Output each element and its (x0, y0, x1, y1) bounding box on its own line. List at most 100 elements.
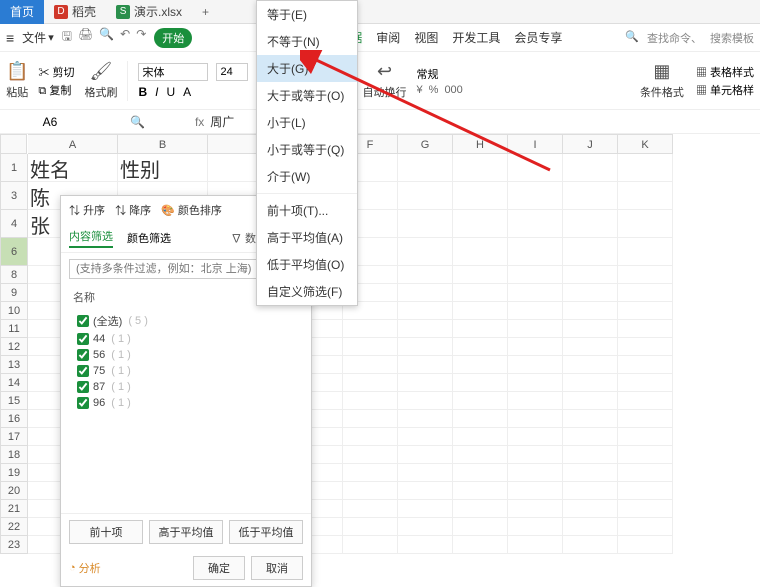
row-header[interactable]: 14 (0, 374, 28, 392)
font-select[interactable] (138, 63, 208, 81)
filter-item[interactable]: 75( 1 ) (77, 363, 295, 379)
col-header[interactable]: G (398, 134, 453, 154)
cell[interactable] (398, 154, 453, 182)
redo-icon[interactable]: ↷ (136, 27, 146, 48)
filter-item[interactable]: 96( 1 ) (77, 395, 295, 411)
cell[interactable] (508, 154, 563, 182)
cut-button[interactable]: ✂ 剪切 (38, 64, 74, 80)
cell[interactable] (453, 238, 508, 266)
btn-top10[interactable]: 前十项 (69, 520, 143, 544)
col-header[interactable]: H (453, 134, 508, 154)
cell[interactable]: 姓名 (28, 154, 118, 182)
magnify-icon[interactable]: 🔍 (130, 115, 145, 129)
percent-icon[interactable]: % (429, 84, 439, 96)
row-header[interactable]: 22 (0, 518, 28, 536)
cond-format[interactable]: ▦条件格式 (640, 61, 684, 100)
row-header[interactable]: 13 (0, 356, 28, 374)
cell[interactable] (563, 238, 618, 266)
filter-item-all[interactable]: (全选)( 5 ) (77, 311, 295, 331)
new-tab-button[interactable]: + (192, 5, 219, 19)
name-box[interactable] (0, 112, 100, 132)
cell[interactable] (453, 182, 508, 210)
menu-vip[interactable]: 会员专享 (514, 29, 562, 46)
cell[interactable] (398, 238, 453, 266)
row-header[interactable]: 18 (0, 446, 28, 464)
cell[interactable] (618, 182, 673, 210)
tab-daoke[interactable]: D稻壳 (44, 0, 106, 24)
filter-item[interactable]: 44( 1 ) (77, 331, 295, 347)
cell[interactable] (618, 238, 673, 266)
print-icon[interactable]: 🖨 (78, 27, 93, 48)
cell[interactable] (398, 210, 453, 238)
tab-sheet[interactable]: S演示.xlsx (106, 0, 192, 24)
btn-above-avg[interactable]: 高于平均值 (149, 520, 223, 544)
menu-devtools[interactable]: 开发工具 (452, 29, 500, 46)
font-size[interactable] (216, 63, 248, 81)
wrap-button[interactable]: ↩自动换行 (363, 61, 407, 100)
cell[interactable] (563, 182, 618, 210)
row-header[interactable]: 1 (0, 154, 28, 182)
row-header[interactable]: 11 (0, 320, 28, 338)
col-header[interactable]: I (508, 134, 563, 154)
sort-asc[interactable]: ⇅ 升序 (69, 202, 105, 218)
row-header[interactable]: 4 (0, 210, 28, 238)
menu-less-than[interactable]: 小于(L) (257, 109, 357, 136)
cell[interactable]: 性别 (118, 154, 208, 182)
row-header[interactable]: 15 (0, 392, 28, 410)
copy-button[interactable]: ⧉ 复制 (38, 82, 74, 98)
filter-item[interactable]: 56( 1 ) (77, 347, 295, 363)
filter-tab-content[interactable]: 内容筛选 (69, 228, 113, 248)
cell-format[interactable]: ▦ 单元格样 (696, 82, 754, 98)
row-header-selected[interactable]: 6 (0, 238, 28, 266)
filter-item[interactable]: 87( 1 ) (77, 379, 295, 395)
italic-button[interactable]: I (155, 85, 158, 99)
cell[interactable] (563, 210, 618, 238)
menu-gte[interactable]: 大于或等于(O) (257, 82, 357, 109)
cell[interactable] (398, 182, 453, 210)
cell[interactable] (508, 238, 563, 266)
start-tab[interactable]: 开始 (154, 28, 192, 48)
preview-icon[interactable]: 🔍 (99, 27, 114, 48)
save-icon[interactable]: 🖫 (62, 27, 72, 48)
row-header[interactable]: 19 (0, 464, 28, 482)
tab-home[interactable]: 首页 (0, 0, 44, 24)
row-header[interactable]: 21 (0, 500, 28, 518)
fx-icon[interactable]: fx (195, 115, 204, 129)
filter-tab-color[interactable]: 颜色筛选 (127, 230, 171, 246)
cell[interactable] (453, 154, 508, 182)
row-header[interactable]: 16 (0, 410, 28, 428)
paste-button[interactable]: 📋粘贴 (6, 61, 28, 100)
select-all-corner[interactable] (0, 134, 27, 154)
table-style[interactable]: ▦ 表格样式 (696, 64, 754, 80)
row-header[interactable]: 10 (0, 302, 28, 320)
cell[interactable] (508, 182, 563, 210)
menu-view[interactable]: 视图 (414, 29, 438, 46)
cell[interactable] (618, 154, 673, 182)
menu-between[interactable]: 介于(W) (257, 163, 357, 190)
row-header[interactable]: 9 (0, 284, 28, 302)
menu-greater-than[interactable]: 大于(G) (257, 55, 357, 82)
menu-review[interactable]: 审阅 (376, 29, 400, 46)
file-menu[interactable]: 文件▾ (22, 29, 54, 46)
search-cmd[interactable]: 查找命令、 (647, 30, 702, 46)
cell[interactable] (508, 210, 563, 238)
hamburger-icon[interactable]: ≡ (6, 30, 14, 46)
currency-icon[interactable]: ¥ (417, 84, 423, 96)
menu-below-avg[interactable]: 低于平均值(O) (257, 251, 357, 278)
menu-not-equals[interactable]: 不等于(N) (257, 28, 357, 55)
font-color-button[interactable]: A (183, 85, 191, 99)
btn-below-avg[interactable]: 低于平均值 (229, 520, 303, 544)
sort-desc[interactable]: ⇅ 降序 (115, 202, 151, 218)
col-header[interactable]: J (563, 134, 618, 154)
cell[interactable] (563, 154, 618, 182)
number-format[interactable]: 常规 (417, 66, 463, 82)
row-header[interactable]: 12 (0, 338, 28, 356)
col-header[interactable]: B (118, 134, 208, 154)
cancel-button[interactable]: 取消 (251, 556, 303, 580)
row-header[interactable]: 3 (0, 182, 28, 210)
col-header[interactable]: K (618, 134, 673, 154)
color-sort[interactable]: 🎨 颜色排序 (161, 202, 222, 218)
format-painter[interactable]: 🖌格式刷 (84, 61, 117, 100)
row-header[interactable]: 8 (0, 266, 28, 284)
analyze-button[interactable]: ◔ 分析 (69, 560, 101, 576)
